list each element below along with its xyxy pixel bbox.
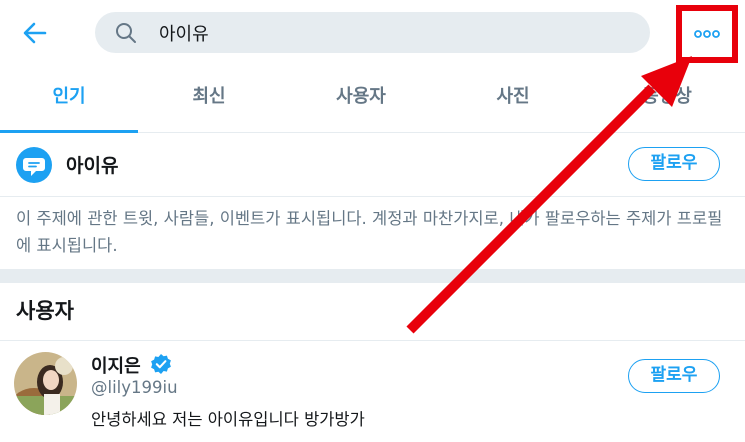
divider [0,196,745,197]
avatar-image [14,352,77,415]
tab-photos[interactable]: 사진 [442,66,584,132]
user-handle: @lily199iu [91,378,178,397]
search-tabs: 인기 최신 사용자 사진 동영상 [0,66,745,133]
verified-badge-icon [151,354,171,374]
follow-topic-button[interactable]: 팔로우 [628,147,720,181]
more-dots-icon [694,30,720,38]
tab-popular[interactable]: 인기 [0,66,138,133]
user-bio: 안녕하세요 저는 아이유입니다 방가방가 [91,410,365,429]
back-button[interactable] [18,16,52,50]
user-list-item[interactable]: 이지은 @lily199iu 안녕하세요 저는 아이유입니다 방가방가 팔로우 [0,341,745,442]
follow-user-button[interactable]: 팔로우 [628,359,720,393]
speech-bubble-icon [16,147,52,183]
more-options-button[interactable] [676,5,738,63]
search-input[interactable] [159,20,629,45]
topic-description: 이 주제에 관한 트윗, 사람들, 이벤트가 표시됩니다. 계정과 마찬가지로,… [16,209,723,255]
topic-card: 아이유 팔로우 이 주제에 관한 트윗, 사람들, 이벤트가 표시됩니다. 계정… [0,133,745,269]
users-section-title: 사용자 [16,299,74,323]
search-icon [116,23,136,43]
search-bar[interactable] [95,12,650,53]
section-separator [0,269,745,283]
avatar[interactable] [14,352,77,415]
tab-people[interactable]: 사용자 [290,66,432,132]
user-display-name[interactable]: 이지은 [91,352,141,378]
tab-videos[interactable]: 동영상 [596,66,738,132]
top-bar [0,0,745,66]
tab-latest[interactable]: 최신 [138,66,280,132]
arrow-left-icon [23,22,47,44]
topic-name: 아이유 [66,155,119,177]
